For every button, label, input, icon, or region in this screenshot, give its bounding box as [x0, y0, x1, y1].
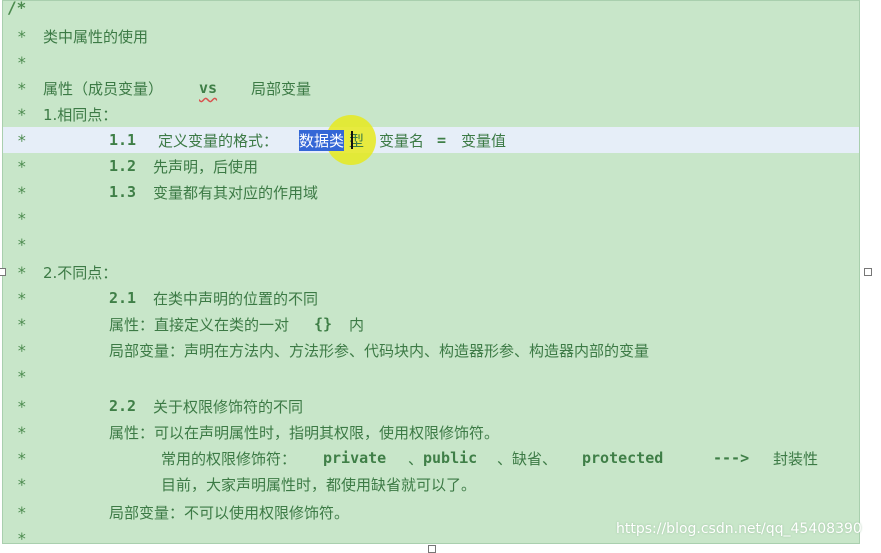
equals-sign: =	[437, 131, 447, 149]
selected-text[interactable]: 数据类	[299, 129, 345, 151]
braces: {}	[314, 315, 333, 333]
line-text: 1.相同点：	[43, 105, 118, 124]
comment-star: *	[17, 474, 27, 494]
comment-star: *	[17, 78, 27, 98]
line-text: 局部变量：声明在方法内、方法形参、代码块内、构造器形参、构造器内部的变量	[109, 341, 650, 360]
line-text: 目前，大家声明属性时，都使用缺省就可以了。	[161, 475, 477, 494]
line-text: 常用的权限修饰符：	[161, 449, 297, 468]
comment-star: *	[17, 422, 27, 442]
line-text: 先声明，后使用	[153, 157, 259, 176]
comment-star: *	[17, 448, 27, 468]
comment-start: /*	[7, 0, 27, 17]
comment-star: *	[17, 208, 27, 228]
comment-star: *	[17, 104, 27, 124]
resize-handle-right[interactable]	[864, 268, 872, 276]
line-text: 封装性	[773, 449, 819, 468]
line-text: 变量名	[379, 131, 425, 150]
comment-star: *	[17, 234, 27, 254]
separator: 、	[408, 449, 424, 468]
code-line-18[interactable]: * 目前，大家声明属性时，都使用缺省就可以了。	[3, 471, 859, 497]
vs-keyword: vs	[199, 79, 218, 97]
line-text: 2.不同点：	[43, 263, 118, 282]
comment-star: *	[17, 396, 27, 416]
comment-star: *	[17, 288, 27, 308]
comment-star: *	[17, 26, 27, 46]
line-text: 变量值	[461, 131, 507, 150]
line-text: 局部变量	[251, 79, 312, 98]
line-text: 内	[349, 315, 365, 334]
comment-star: *	[17, 502, 27, 522]
code-line-8[interactable]: *	[3, 205, 859, 231]
code-line-7[interactable]: * 1.3 变量都有其对应的作用域	[3, 179, 859, 205]
comment-star: *	[17, 182, 27, 202]
line-text: 在类中声明的位置的不同	[153, 289, 319, 308]
code-line-16[interactable]: * 属性：可以在声明属性时，指明其权限，使用权限修饰符。	[3, 419, 859, 445]
arrow: --->	[713, 449, 750, 467]
item-number: 1.3	[109, 183, 137, 201]
modifier-private: private	[323, 449, 387, 467]
code-line-9[interactable]: *	[3, 231, 859, 257]
comment-star: *	[17, 156, 27, 176]
item-number: 2.2	[109, 397, 137, 415]
watermark: https://blog.csdn.net/qq_45408390	[616, 521, 862, 537]
code-line-6[interactable]: * 1.2 先声明，后使用	[3, 153, 859, 179]
code-line-12[interactable]: * 属性：直接定义在类的一对 {} 内	[3, 311, 859, 337]
code-line-4[interactable]: * 1.相同点：	[3, 101, 859, 127]
line-text: 变量都有其对应的作用域	[153, 183, 319, 202]
line-text: 类中属性的使用	[43, 27, 149, 46]
code-line-5-current[interactable]: * 1.1 定义变量的格式： 数据类 型 变量名 = 变量值	[3, 127, 859, 153]
line-text: 关于权限修饰符的不同	[153, 397, 304, 416]
separator: 、缺省、	[497, 449, 558, 468]
line-text: 属性：可以在声明属性时，指明其权限，使用权限修饰符。	[109, 423, 500, 442]
resize-handle-bottom[interactable]	[428, 545, 436, 553]
code-line-17[interactable]: * 常用的权限修饰符： private 、 public 、缺省、 protec…	[3, 445, 859, 471]
comment-star: *	[17, 340, 27, 360]
comment-star: *	[17, 366, 27, 386]
code-line-13[interactable]: * 局部变量：声明在方法内、方法形参、代码块内、构造器形参、构造器内部的变量	[3, 337, 859, 363]
code-line-14[interactable]: *	[3, 363, 859, 389]
comment-star: *	[17, 130, 27, 150]
modifier-protected: protected	[582, 449, 664, 467]
code-line-11[interactable]: * 2.1 在类中声明的位置的不同	[3, 285, 859, 311]
comment-star: *	[17, 528, 27, 544]
line-text: 局部变量：不可以使用权限修饰符。	[109, 503, 350, 522]
code-line-1[interactable]: * 类中属性的使用	[3, 23, 859, 49]
code-line-15[interactable]: * 2.2 关于权限修饰符的不同	[3, 393, 859, 419]
code-editor[interactable]: /* * 类中属性的使用 * * 属性（成员变量） vs 局部变量 * 1.相同…	[2, 0, 860, 544]
line-text: 属性：直接定义在类的一对	[109, 315, 290, 334]
comment-star: *	[17, 314, 27, 334]
resize-handle-left[interactable]	[0, 268, 6, 276]
comment-star: *	[17, 262, 27, 282]
code-line-10[interactable]: * 2.不同点：	[3, 259, 859, 285]
text-caret	[351, 131, 353, 149]
comment-star: *	[17, 52, 27, 72]
modifier-public: public	[423, 449, 478, 467]
line-text: 定义变量的格式：	[158, 131, 279, 150]
item-number: 1.2	[109, 157, 137, 175]
item-number: 2.1	[109, 289, 137, 307]
code-line-3[interactable]: * 属性（成员变量） vs 局部变量	[3, 75, 859, 101]
line-text: 属性（成员变量）	[43, 79, 164, 98]
item-number: 1.1	[109, 131, 137, 149]
code-line-2[interactable]: *	[3, 49, 859, 75]
